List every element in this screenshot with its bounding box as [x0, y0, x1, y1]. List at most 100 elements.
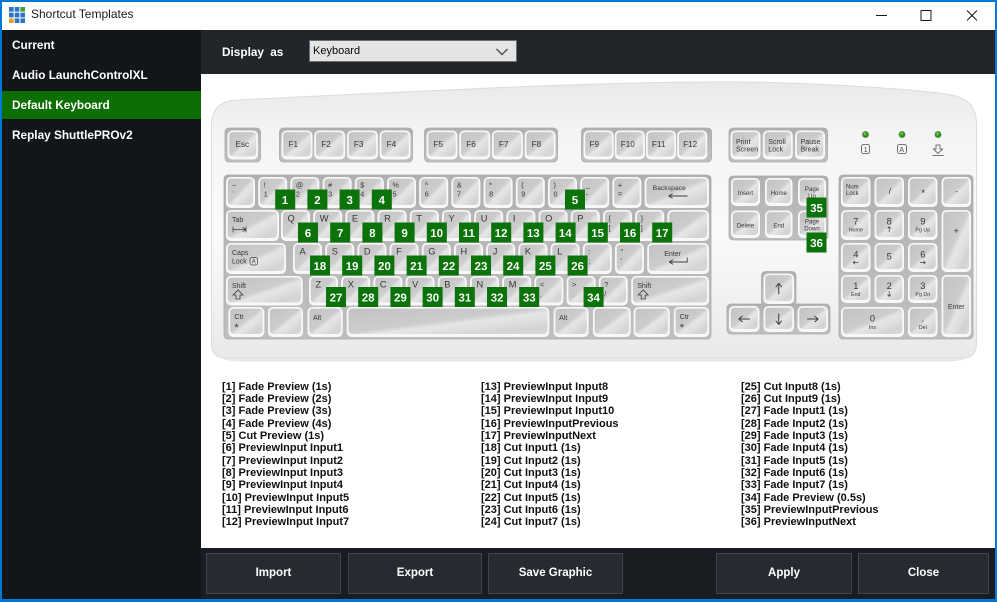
svg-text:O: O	[545, 214, 552, 224]
svg-text:Del: Del	[919, 325, 927, 331]
svg-text:$: $	[360, 181, 364, 190]
svg-text:,: ,	[540, 290, 542, 299]
svg-text:): )	[554, 181, 556, 190]
svg-text:W: W	[320, 214, 329, 224]
svg-text:.: .	[922, 314, 925, 324]
svg-text:Z: Z	[316, 280, 322, 290]
svg-text:!: !	[264, 181, 266, 190]
svg-text:9: 9	[521, 190, 525, 199]
svg-text:Page: Page	[805, 219, 820, 226]
svg-text:Ins: Ins	[869, 325, 876, 331]
svg-text:`: `	[232, 190, 234, 199]
svg-text:Down: Down	[804, 226, 820, 233]
svg-text:C: C	[380, 280, 387, 290]
svg-text:U: U	[481, 214, 488, 224]
svg-text:F4: F4	[387, 140, 397, 149]
svg-text:*: *	[921, 188, 925, 199]
svg-text:F12: F12	[683, 140, 698, 149]
svg-text:M: M	[509, 280, 517, 290]
svg-text:F11: F11	[652, 140, 666, 149]
svg-text:7: 7	[457, 190, 461, 199]
svg-text:N: N	[477, 280, 484, 290]
svg-text:P: P	[577, 214, 583, 224]
svg-text:Ctr: Ctr	[234, 314, 244, 321]
svg-text:Insert: Insert	[738, 190, 754, 197]
svg-text:K: K	[525, 247, 532, 257]
svg-text:End: End	[773, 223, 784, 230]
svg-text:#: #	[328, 181, 332, 190]
svg-text:3: 3	[920, 281, 925, 291]
svg-text:Lock: Lock	[846, 191, 860, 197]
svg-text:Esc: Esc	[236, 140, 250, 149]
svg-text:Page: Page	[805, 186, 820, 193]
svg-text:F8: F8	[532, 140, 542, 149]
svg-text:8: 8	[887, 217, 892, 227]
svg-text:&: &	[457, 181, 462, 190]
svg-text:.: .	[572, 290, 574, 299]
svg-text:~: ~	[232, 181, 236, 190]
svg-text:4: 4	[360, 190, 364, 199]
svg-text:8: 8	[489, 190, 493, 199]
svg-text:F5: F5	[434, 140, 444, 149]
svg-text:Home: Home	[771, 190, 788, 197]
svg-text:R: R	[384, 214, 391, 224]
svg-text:Alt: Alt	[559, 315, 567, 322]
svg-text:I: I	[513, 214, 516, 224]
svg-text:2: 2	[887, 281, 892, 291]
svg-text:*: *	[489, 181, 492, 190]
svg-text:7: 7	[853, 217, 858, 227]
svg-text:F10: F10	[621, 140, 636, 149]
svg-text:/: /	[604, 290, 606, 299]
svg-text:Pg Dn: Pg Dn	[915, 292, 930, 298]
svg-text:6: 6	[920, 250, 925, 260]
svg-text:-: -	[955, 186, 958, 196]
svg-text:6: 6	[425, 190, 429, 199]
svg-text:V: V	[412, 280, 419, 290]
svg-text:[: [	[609, 224, 611, 233]
svg-text:1: 1	[853, 281, 858, 291]
svg-text:H: H	[461, 247, 468, 257]
svg-text:X: X	[348, 280, 354, 290]
svg-text:Pg Up: Pg Up	[915, 228, 930, 234]
svg-text:E: E	[352, 214, 358, 224]
svg-text:Shift: Shift	[232, 283, 246, 290]
svg-text:Home: Home	[849, 228, 863, 234]
svg-text:A: A	[899, 147, 904, 154]
svg-text:Q: Q	[288, 214, 295, 224]
svg-text:G: G	[428, 247, 435, 257]
svg-text:Caps: Caps	[232, 250, 249, 257]
svg-text:*: *	[680, 322, 685, 334]
svg-text:5: 5	[887, 252, 892, 262]
svg-text:9: 9	[920, 217, 925, 227]
svg-text:Lock: Lock	[232, 259, 247, 266]
svg-text:Enter: Enter	[664, 251, 681, 258]
svg-text:A: A	[252, 260, 256, 266]
svg-text:Tab: Tab	[232, 217, 243, 224]
svg-text:Break: Break	[801, 147, 820, 154]
svg-text:T: T	[416, 214, 422, 224]
svg-text::: :	[588, 247, 590, 256]
svg-text:5: 5	[393, 190, 397, 199]
svg-text:Delete: Delete	[737, 223, 755, 230]
svg-text:@: @	[296, 181, 303, 190]
svg-text:>: >	[572, 280, 576, 289]
svg-text:0: 0	[554, 190, 558, 199]
svg-text:1: 1	[264, 190, 268, 199]
svg-text:Print: Print	[736, 139, 750, 146]
svg-text:F1: F1	[289, 140, 299, 149]
svg-text:End: End	[851, 292, 860, 298]
svg-text:": "	[621, 247, 624, 256]
svg-text:L: L	[557, 247, 562, 257]
svg-text:Scroll: Scroll	[768, 139, 786, 146]
svg-text:Backspace: Backspace	[653, 185, 686, 192]
svg-text:Enter: Enter	[948, 304, 965, 311]
svg-text:Shift: Shift	[637, 283, 651, 290]
svg-text:?: ?	[604, 280, 608, 289]
svg-text:3: 3	[328, 190, 332, 199]
svg-text:Ctr: Ctr	[680, 314, 690, 321]
svg-text:Lock: Lock	[768, 147, 783, 154]
svg-text:F6: F6	[466, 140, 476, 149]
svg-text:4: 4	[853, 250, 858, 260]
svg-text:Num: Num	[846, 185, 859, 191]
svg-text:Pause: Pause	[801, 139, 821, 146]
